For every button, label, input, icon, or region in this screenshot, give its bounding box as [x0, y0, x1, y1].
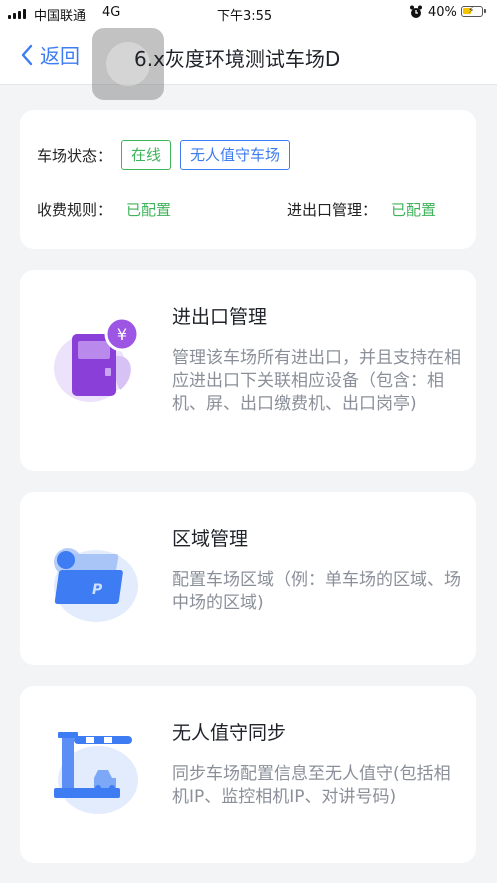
carrier-name: 中国联通 [34, 9, 87, 24]
gate-management-description: 管理该车场所有进出口，并且支持在相应进出口下关联相应设备（包含：相机、屏、出口缴… [172, 348, 461, 414]
unattended-sync-title: 无人值守同步 [172, 722, 287, 744]
status-bar: 中国联通 4G 下午3:55 40% ⚡ [0, 0, 497, 26]
online-status-badge: 在线 [121, 140, 172, 170]
gate-management-title: 进出口管理 [172, 306, 268, 328]
page-title: 6.x灰度环境测试车场D [134, 47, 341, 71]
nav-bar: 返回 6.x灰度环境测试车场D [0, 26, 497, 100]
fee-rule-value: 已配置 [126, 201, 172, 219]
unattended-lot-badge: 无人值守车场 [180, 140, 291, 170]
area-management-description: 配置车场区域（例：单车场的区域、场中场的区域) [172, 570, 461, 613]
barrier-gate-icon [54, 732, 138, 814]
area-management-title: 区域管理 [172, 528, 249, 550]
back-button[interactable]: 返回 [20, 40, 80, 69]
back-label: 返回 [40, 44, 80, 68]
unattended-sync-description: 同步车场配置信息至无人值守(包括相机IP、监控相机IP、对讲号码) [172, 764, 451, 807]
battery-icon: ⚡ [461, 6, 486, 17]
lot-status-label: 车场状态： [37, 146, 113, 165]
svg-text:P: P [92, 582, 103, 598]
lot-status-card: 车场状态： 在线 无人值守车场 收费规则： 已配置 进出口管理： 已配置 [20, 110, 476, 249]
chevron-left-icon [21, 44, 33, 65]
gate-terminal-icon: ¥ [54, 316, 140, 402]
parking-area-icon: P [54, 548, 138, 622]
clock: 下午3:55 [217, 9, 273, 24]
gate-management-card[interactable]: ¥ 进出口管理 管理该车场所有进出口，并且支持在相应进出口下关联相应设备（包含：… [20, 270, 476, 471]
fee-rule-label: 收费规则： [37, 201, 113, 219]
signal-icon [8, 9, 26, 19]
alarm-icon [410, 5, 422, 18]
gate-mgmt-label: 进出口管理： [287, 201, 378, 219]
network-type: 4G [102, 5, 121, 20]
gate-mgmt-value: 已配置 [391, 201, 437, 219]
battery-percent: 40% [428, 5, 457, 20]
unattended-sync-card[interactable]: 无人值守同步 同步车场配置信息至无人值守(包括相机IP、监控相机IP、对讲号码) [20, 686, 476, 863]
svg-text:¥: ¥ [117, 325, 127, 344]
area-management-card[interactable]: P 区域管理 配置车场区域（例：单车场的区域、场中场的区域) [20, 492, 476, 665]
